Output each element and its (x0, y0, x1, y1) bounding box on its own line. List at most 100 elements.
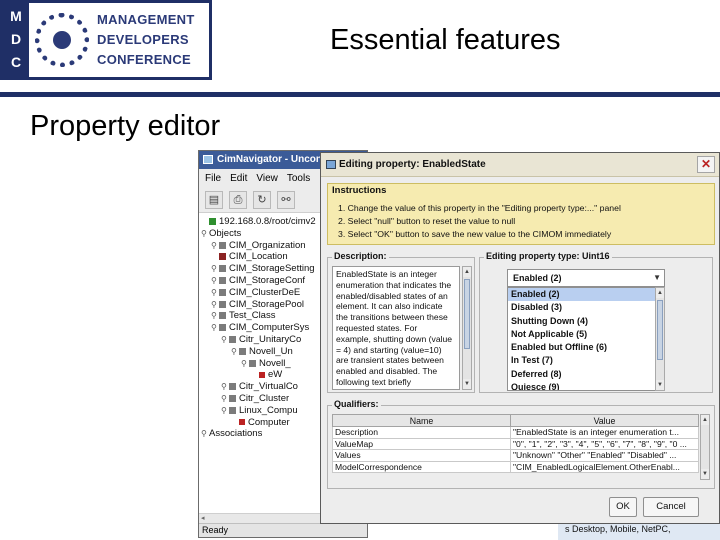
tree-node-label: CIM_StorageConf (229, 274, 306, 286)
menu-view[interactable]: View (256, 173, 278, 187)
class-icon (219, 288, 226, 296)
column-header-value[interactable]: Value (510, 414, 699, 427)
connect-icon[interactable]: ⚯ (277, 191, 295, 209)
class-icon (219, 241, 226, 249)
value-option[interactable]: Enabled (2) (508, 288, 664, 302)
slide-subtitle: Property editor (30, 110, 221, 142)
tree-node-label: Citr_Cluster (239, 392, 290, 404)
description-line: example, shutting down (value (336, 333, 453, 344)
tree-expander-icon[interactable]: ⚲ (211, 287, 219, 299)
logo-line: MANAGEMENT (97, 12, 195, 27)
tree-expander-icon[interactable]: ⚲ (211, 322, 219, 334)
tree-expander-icon[interactable]: ⚲ (211, 275, 219, 287)
scroll-up-icon[interactable]: ▲ (463, 267, 471, 277)
table-row[interactable]: Values "Unknown" "Other" "Enabled" "Disab… (332, 449, 699, 462)
tree-expander-icon[interactable]: ⚲ (221, 334, 229, 346)
menu-tools[interactable]: Tools (287, 173, 310, 187)
tree-node-label: Citr_VirtualCo (239, 381, 298, 393)
qualifiers-group: Qualifiers: Name Value Description "Enabl… (327, 399, 715, 489)
options-scrollbar[interactable]: ▲ ▼ (655, 287, 665, 391)
print-icon[interactable]: ⎙ (229, 191, 247, 209)
tree-node-label: Linux_Compu (239, 404, 298, 416)
qualifiers-scrollbar[interactable]: ▲ ▼ (700, 414, 710, 480)
tree-node-label: Novell_Un (249, 345, 293, 357)
status-text: Ready (202, 525, 229, 535)
class-icon (219, 276, 226, 284)
description-line: enumeration that indicates the (336, 279, 452, 290)
tree-node-label: CIM_Location (229, 251, 288, 263)
tree-expander-icon[interactable]: ⚲ (201, 228, 209, 240)
logo-badge: M D C (3, 3, 29, 77)
cancel-button[interactable]: Cancel (643, 497, 699, 517)
tree-expander-icon[interactable]: ⚲ (221, 393, 229, 405)
scroll-thumb[interactable] (464, 279, 470, 349)
logo-badge-letter: C (10, 54, 22, 70)
value-option[interactable]: Disabled (3) (508, 301, 664, 314)
tree-expander-icon[interactable]: ⚲ (221, 405, 229, 417)
menu-edit[interactable]: Edit (230, 173, 247, 187)
class-icon (229, 383, 236, 391)
tree-expander-icon[interactable]: ⚲ (211, 310, 219, 322)
class-icon (239, 419, 245, 426)
description-line: EnabledState is an integer (336, 269, 437, 279)
class-icon (209, 217, 216, 225)
table-row[interactable]: ModelCorrespondence "CIM_EnabledLogicalEl… (332, 460, 699, 473)
dialog-app-icon (326, 160, 336, 169)
instruction-line: 2. Select "null" button to reset the val… (338, 216, 516, 226)
tree-node-label: Computer (248, 416, 290, 428)
close-icon[interactable]: ✕ (697, 156, 715, 173)
tree-node-label: eW (268, 369, 283, 381)
tree-node-label: CIM_Organization (229, 239, 306, 251)
tree-node-label: Objects (209, 227, 242, 239)
column-header-name[interactable]: Name (332, 414, 511, 427)
value-option[interactable]: Not Applicable (5) (508, 328, 664, 341)
scroll-down-icon[interactable]: ▼ (463, 379, 471, 389)
slide-title: Essential features (330, 24, 561, 56)
value-dropdown[interactable]: Enabled (2) ▼ (507, 269, 665, 287)
description-line: enabled/disabled states of an (336, 290, 448, 301)
qualifier-name-cell: Description (332, 426, 511, 439)
description-scrollbar[interactable]: ▲ ▼ (462, 266, 472, 390)
save-icon[interactable]: ▤ (205, 191, 223, 209)
scroll-up-icon[interactable]: ▲ (701, 415, 709, 425)
class-icon (219, 265, 226, 273)
menu-file[interactable]: File (205, 173, 221, 187)
value-option[interactable]: Quiesce (9) (508, 381, 664, 390)
logo-badge-letter: D (10, 31, 22, 47)
header-rule (0, 92, 720, 97)
refresh-icon[interactable]: ↻ (253, 191, 271, 209)
scroll-down-icon[interactable]: ▼ (701, 469, 709, 479)
tree-expander-icon[interactable]: ⚲ (201, 428, 209, 440)
tree-expander-icon[interactable]: ⚲ (241, 358, 249, 370)
description-line: the transitions between these (336, 312, 448, 323)
tree-node-label: Novell_ (259, 357, 291, 369)
class-icon (219, 324, 226, 332)
value-option[interactable]: Deferred (8) (508, 368, 664, 381)
cimnav-title: CimNavigator - Uncont (217, 154, 326, 165)
ok-button[interactable]: OK (609, 497, 637, 517)
tree-expander-icon[interactable]: ⚲ (211, 263, 219, 275)
scroll-up-icon[interactable]: ▲ (656, 288, 664, 298)
cimnav-statusbar: Ready (199, 523, 367, 537)
chevron-down-icon[interactable]: ▼ (653, 273, 661, 282)
table-row[interactable]: ValueMap "0", "1", "2", "3", "4", "5", "6… (332, 437, 699, 450)
description-line: requested states. For (336, 322, 418, 333)
table-row[interactable]: Description "EnabledState is an integer e… (332, 426, 699, 439)
value-option[interactable]: In Test (7) (508, 354, 664, 367)
description-group: Description: EnabledState is an integer e… (327, 251, 475, 393)
dialog-titlebar[interactable]: Editing property: EnabledState ✕ (321, 153, 719, 177)
scroll-down-icon[interactable]: ▼ (656, 380, 664, 390)
tree-expander-icon[interactable]: ⚲ (211, 299, 219, 311)
qualifier-value-cell: "0", "1", "2", "3", "4", "5", "6", "7", … (510, 437, 699, 450)
tree-expander-icon[interactable]: ⚲ (231, 346, 239, 358)
value-option[interactable]: Shutting Down (4) (508, 315, 664, 328)
logo-line: CONFERENCE (97, 52, 192, 67)
tree-expander-icon[interactable]: ⚲ (211, 240, 219, 252)
description-line: are transient states between (336, 355, 444, 366)
tree-node-label: CIM_StorageSetting (229, 263, 315, 275)
value-option[interactable]: Enabled but Offline (6) (508, 341, 664, 354)
scroll-thumb[interactable] (657, 300, 663, 360)
class-icon (219, 312, 226, 320)
logo-wordmark: MANAGEMENT DEVELOPERS CONFERENCE (97, 10, 209, 70)
tree-expander-icon[interactable]: ⚲ (221, 381, 229, 393)
